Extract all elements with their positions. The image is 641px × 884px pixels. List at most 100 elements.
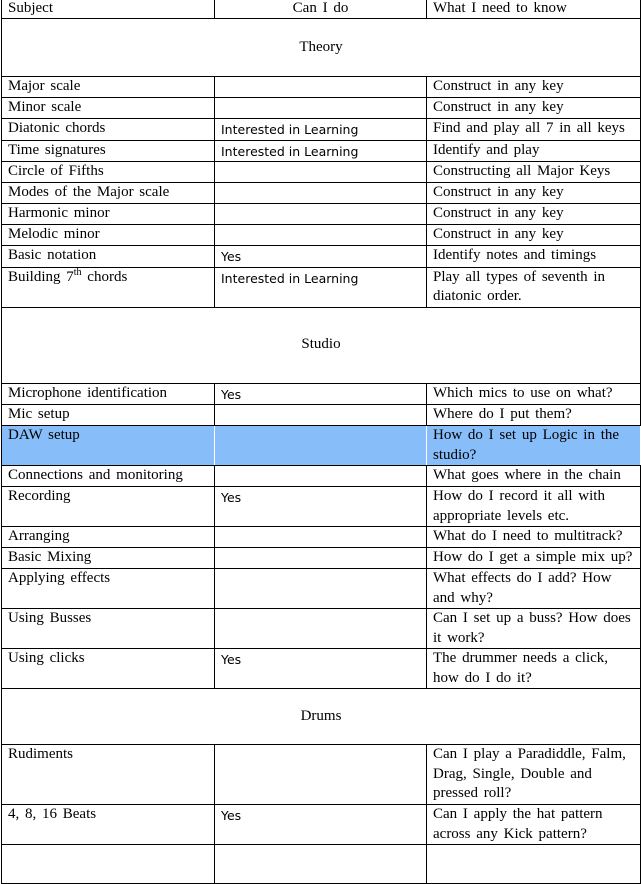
table-row-selected[interactable]: DAW setup How do I set up Logic in the s… [1,425,641,466]
table-row[interactable]: Minor scale Construct in any key [1,97,641,119]
subject-cell[interactable]: Arranging [1,526,215,548]
need-to-know-cell[interactable]: Where do I put them? [426,404,641,426]
subject-cell[interactable]: DAW setup [1,425,215,466]
need-to-know-cell[interactable]: Construct in any key [426,224,641,246]
table-row[interactable]: Applying effects What effects do I add? … [1,568,641,609]
table-row[interactable]: Arranging What do I need to multitrack? [1,526,641,548]
subject-cell[interactable]: Time signatures [1,139,215,162]
section-header-studio: Studio [1,306,641,384]
need-to-know-cell[interactable]: Construct in any key [426,76,641,98]
can-i-do-cell[interactable] [214,844,427,884]
subject-cell[interactable]: Recording [1,486,215,527]
table-row[interactable]: Basic notation Yes Identify notes and ti… [1,245,641,268]
subject-cell[interactable]: Applying effects [1,568,215,609]
subject-cell[interactable]: Modes of the Major scale [1,182,215,204]
need-to-know-cell[interactable]: Find and play all 7 in all keys [426,118,641,141]
can-i-do-cell[interactable] [214,465,427,487]
subject-cell[interactable]: Circle of Fifths [1,161,215,183]
need-to-know-cell[interactable]: Identify notes and timings [426,245,641,268]
need-to-know-cell[interactable]: How do I get a simple mix up? [426,547,641,569]
subject-cell[interactable]: Harmonic minor [1,203,215,225]
need-to-know-cell[interactable]: Can I apply the hat pattern across any K… [426,804,641,845]
can-i-do-cell[interactable] [214,203,427,225]
need-to-know-cell[interactable]: Which mics to use on what? [426,382,641,405]
table-row[interactable]: Time signatures Interested in Learning I… [1,139,641,162]
can-i-do-cell[interactable] [214,182,427,204]
can-i-do-cell[interactable]: Yes [214,804,427,845]
subject-cell[interactable]: Basic notation [1,245,215,268]
need-to-know-cell[interactable] [426,844,641,884]
can-i-do-cell[interactable] [214,224,427,246]
subject-cell[interactable]: Connections and monitoring [1,465,215,487]
can-i-do-cell[interactable]: Yes [214,486,427,527]
header-need-to-know: What I need to know [426,0,641,19]
can-i-do-cell[interactable] [214,526,427,548]
section-title: Theory [1,18,641,77]
can-i-do-cell[interactable] [214,97,427,119]
table-row[interactable]: Using Busses Can I set up a buss? How do… [1,608,641,649]
can-i-do-cell[interactable] [214,425,427,466]
subject-cell[interactable]: Diatonic chords [1,118,215,141]
need-to-know-cell[interactable]: What do I need to multitrack? [426,526,641,548]
need-to-know-cell[interactable]: Identify and play [426,139,641,162]
subject-cell[interactable]: Building 7th chords [1,266,215,308]
subject-cell[interactable]: Basic Mixing [1,547,215,569]
subject-cell[interactable]: Minor scale [1,97,215,119]
table-row[interactable]: Major scale Construct in any key [1,76,641,98]
need-to-know-cell[interactable]: How do I set up Logic in the studio? [426,425,641,466]
subject-cell[interactable]: Rudiments [1,744,215,805]
subject-cell[interactable]: Mic setup [1,404,215,426]
header-can-i-do: Can I do [214,0,427,19]
need-to-know-cell[interactable]: Construct in any key [426,182,641,204]
subject-cell[interactable]: 4, 8, 16 Beats [1,804,215,845]
table-row[interactable]: Mic setup Where do I put them? [1,404,641,426]
can-i-do-cell[interactable] [214,547,427,569]
need-to-know-cell[interactable]: Construct in any key [426,203,641,225]
header-row: Subject Can I do What I need to know [1,0,641,19]
table-row[interactable]: Harmonic minor Construct in any key [1,203,641,225]
need-to-know-cell[interactable]: Constructing all Major Keys [426,161,641,183]
can-i-do-cell[interactable] [214,404,427,426]
table-row[interactable]: Modes of the Major scale Construct in an… [1,182,641,204]
can-i-do-cell[interactable]: Yes [214,245,427,268]
table-row[interactable]: Basic Mixing How do I get a simple mix u… [1,547,641,569]
need-to-know-cell[interactable]: Can I set up a buss? How does it work? [426,608,641,649]
can-i-do-cell[interactable]: Interested in Learning [214,139,427,162]
section-header-theory: Theory [1,18,641,77]
need-to-know-cell[interactable]: How do I record it all with appropriate … [426,486,641,527]
table-row[interactable]: Circle of Fifths Constructing all Major … [1,161,641,183]
subject-cell[interactable]: Major scale [1,76,215,98]
superscript-ordinal: th [73,266,82,278]
can-i-do-cell[interactable]: Interested in Learning [214,118,427,141]
table-row[interactable]: Building 7th chords Interested in Learni… [1,266,641,308]
need-to-know-cell[interactable]: The drummer needs a click, how do I do i… [426,648,641,689]
header-subject: Subject [1,0,215,19]
table-row[interactable]: Microphone identification Yes Which mics… [1,382,641,405]
subject-cell[interactable] [1,844,215,884]
subject-cell[interactable]: Microphone identification [1,382,215,405]
can-i-do-cell[interactable]: Yes [214,648,427,689]
can-i-do-cell[interactable] [214,744,427,805]
can-i-do-cell[interactable]: Yes [214,382,427,405]
need-to-know-cell[interactable]: Construct in any key [426,97,641,119]
table-row[interactable]: Recording Yes How do I record it all wit… [1,486,641,527]
subject-cell[interactable]: Melodic minor [1,224,215,246]
can-i-do-cell[interactable] [214,608,427,649]
table-row[interactable]: 4, 8, 16 Beats Yes Can I apply the hat p… [1,804,641,845]
table-row[interactable]: Using clicks Yes The drummer needs a cli… [1,648,641,689]
section-title: Studio [1,306,641,384]
table-row[interactable]: Diatonic chords Interested in Learning F… [1,118,641,141]
need-to-know-cell[interactable]: Can I play a Paradiddle, Falm, Drag, Sin… [426,744,641,805]
need-to-know-cell[interactable]: What goes where in the chain [426,465,641,487]
table-row[interactable]: Melodic minor Construct in any key [1,224,641,246]
table-row[interactable]: Connections and monitoring What goes whe… [1,465,641,487]
need-to-know-cell[interactable]: Play all types of seventh in diatonic or… [426,266,641,308]
can-i-do-cell[interactable] [214,568,427,609]
need-to-know-cell[interactable]: What effects do I add? How and why? [426,568,641,609]
can-i-do-cell[interactable] [214,76,427,98]
can-i-do-cell[interactable]: Interested in Learning [214,266,427,308]
table-row[interactable]: Rudiments Can I play a Paradiddle, Falm,… [1,744,641,805]
subject-cell[interactable]: Using Busses [1,608,215,649]
can-i-do-cell[interactable] [214,161,427,183]
subject-cell[interactable]: Using clicks [1,648,215,689]
